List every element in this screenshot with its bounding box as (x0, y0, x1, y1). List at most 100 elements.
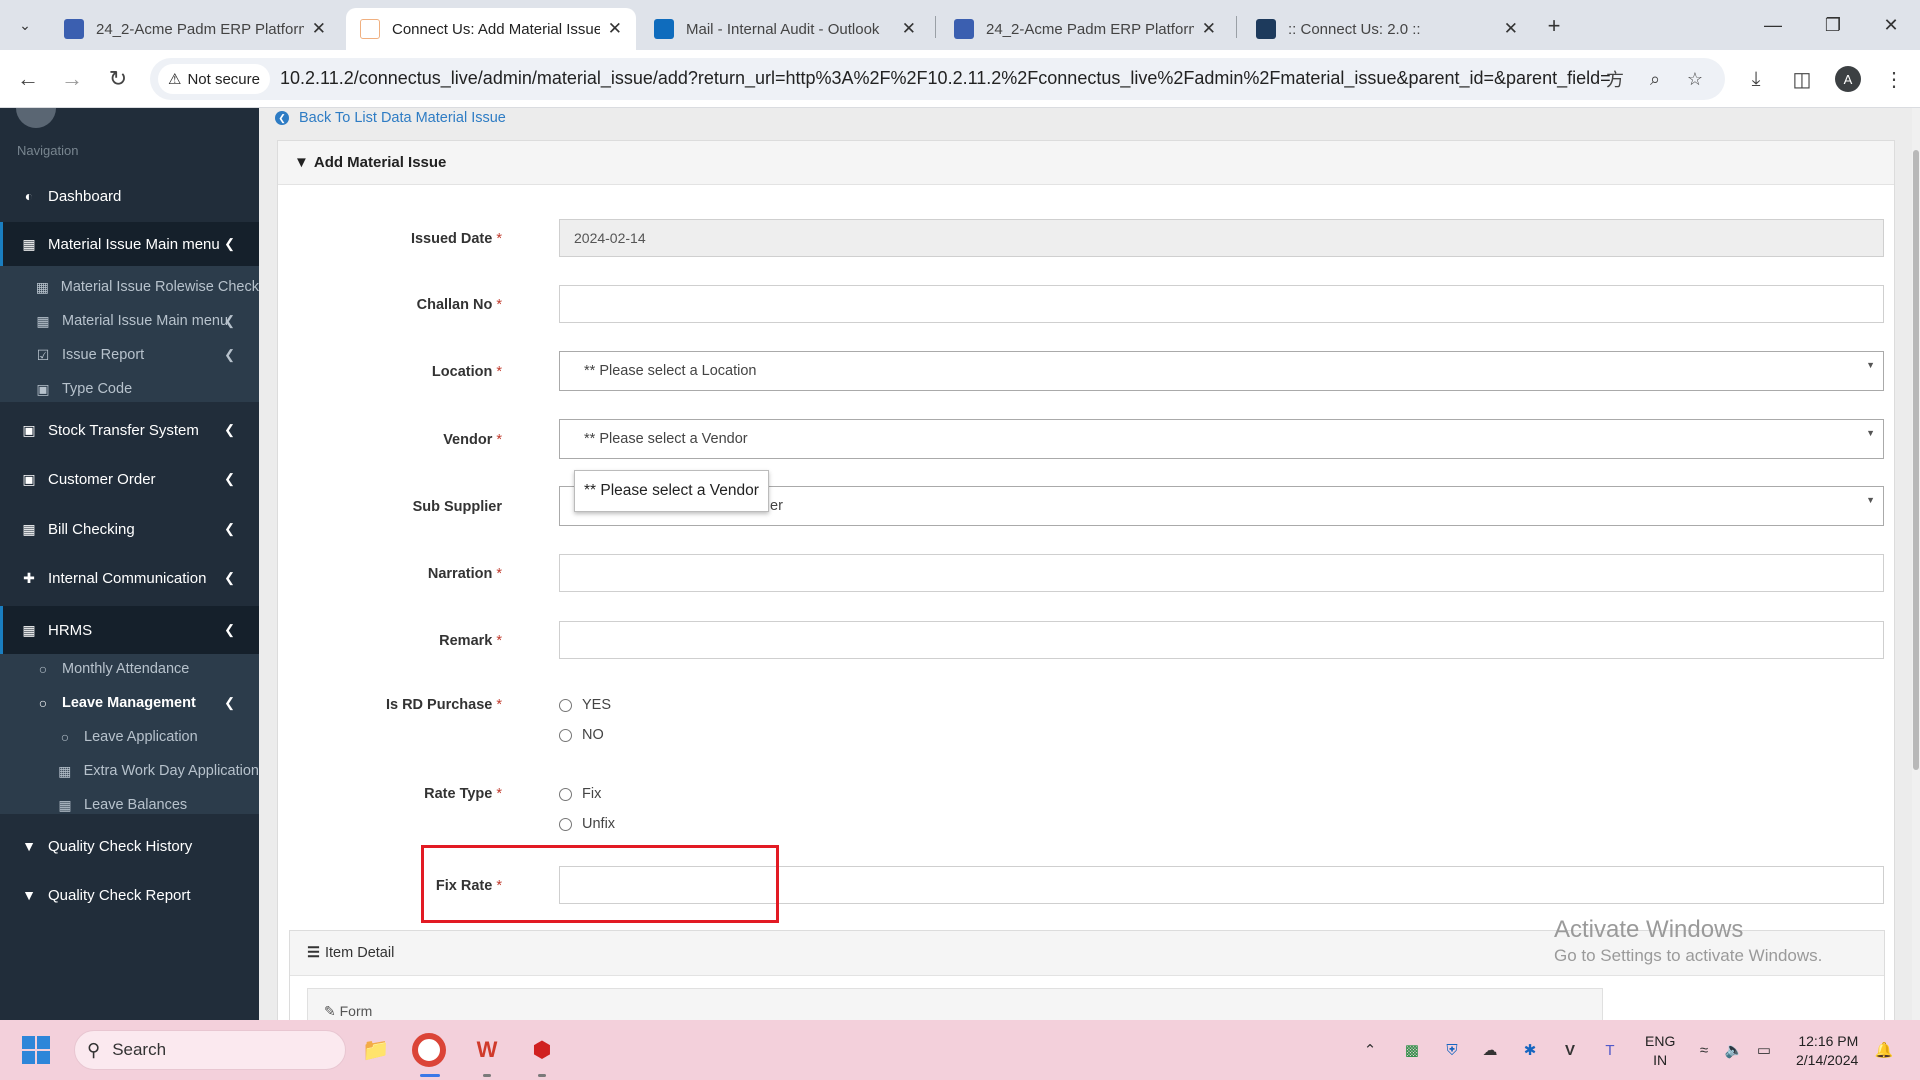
challan-no-input[interactable] (559, 285, 1884, 323)
profile-avatar[interactable]: A (1835, 66, 1861, 92)
rate-type-unfix-radio[interactable]: Unfix (559, 816, 615, 832)
rd-purchase-no-radio[interactable]: NO (559, 727, 604, 743)
item-form-subpanel: ✎ Form (307, 988, 1603, 1020)
table-icon: ▦ (22, 235, 36, 252)
tab-erp-platform-1[interactable]: 24_2-Acme Padm ERP Platform ✕ (50, 8, 340, 50)
tab-connectus-2[interactable]: :: Connect Us: 2.0 :: ✕ (1242, 8, 1532, 50)
connectus-favicon-icon (360, 19, 380, 39)
sidebar-item-leave-balances[interactable]: ▦ Leave Balances (0, 788, 259, 822)
wifi-icon[interactable]: ≈ (1692, 1038, 1716, 1062)
tray-v-app-icon[interactable]: V (1558, 1038, 1582, 1062)
back-to-list-link[interactable]: ❮ Back To List Data Material Issue (275, 108, 506, 128)
windows-start-icon[interactable] (22, 1036, 50, 1064)
tray-app-icon[interactable]: ▩ (1400, 1038, 1424, 1062)
table-icon: ▦ (58, 762, 72, 779)
chevron-left-icon: ❮ (224, 471, 235, 486)
panel-header: ▼ Add Material Issue (278, 141, 1894, 185)
volume-icon[interactable]: 🔈 (1722, 1038, 1746, 1062)
url-text[interactable]: 10.2.11.2/connectus_live/admin/material_… (280, 68, 1611, 89)
chevron-left-icon: ❮ (224, 521, 235, 536)
issued-date-input[interactable]: 2024-02-14 (559, 219, 1884, 257)
sidebar-item-internal-communication[interactable]: ✚ Internal Communication ❮ (0, 558, 259, 598)
tab-add-material-issue[interactable]: Connect Us: Add Material Issue ✕ (346, 8, 636, 50)
app-running-indicator (483, 1074, 491, 1077)
sidebar-item-extra-work-day[interactable]: ▦ Extra Work Day Application (0, 754, 259, 788)
back-arrow-icon[interactable]: ← (14, 65, 42, 93)
bluetooth-icon[interactable]: ✱ (1518, 1038, 1542, 1062)
sidebar-item-leave-application[interactable]: ○ Leave Application (0, 720, 259, 754)
sidebar-navigation: Navigation ◐ Dashboard ▦ Material Issue … (0, 108, 259, 1020)
remark-input[interactable] (559, 621, 1884, 659)
warning-triangle-icon: ⚠ (168, 71, 182, 88)
close-icon[interactable]: ✕ (902, 19, 916, 39)
remark-label: Remark * (439, 633, 502, 649)
site-info-chip[interactable]: ⚠ Not secure (158, 64, 270, 94)
security-shield-icon[interactable]: ⛨ (1440, 1038, 1464, 1062)
tray-overflow-chevron-icon[interactable]: ⌃ (1358, 1038, 1382, 1062)
address-bar[interactable]: ⚠ Not secure 10.2.11.2/connectus_live/ad… (150, 58, 1725, 100)
tab-outlook-mail[interactable]: Mail - Internal Audit - Outlook ✕ (640, 8, 930, 50)
sidebar-item-bill-checking[interactable]: ▦ Bill Checking ❮ (0, 509, 259, 549)
reload-icon[interactable]: ↻ (104, 65, 132, 93)
angular-app-icon[interactable]: ⬢ (524, 1032, 560, 1068)
money-icon: ▣ (22, 421, 36, 438)
location-select[interactable]: ** Please select a Location ▼ (559, 351, 1884, 391)
sidebar-item-type-code[interactable]: ▣ Type Code (0, 372, 259, 406)
location-label: Location * (431, 364, 502, 380)
sidebar-item-rolewise-check[interactable]: ▦ Material Issue Rolewise Check (0, 270, 259, 304)
sidebar-item-material-issue-sub[interactable]: ▦ Material Issue Main menu ❮ (0, 304, 259, 338)
chrome-icon[interactable] (412, 1033, 446, 1067)
sidebar-item-hrms[interactable]: ▦ HRMS ❮ (0, 606, 259, 654)
close-icon[interactable]: ✕ (1202, 19, 1216, 39)
wps-office-icon[interactable]: W (469, 1032, 505, 1068)
circle-icon: ○ (38, 695, 48, 711)
rd-purchase-yes-radio[interactable]: YES (559, 697, 611, 713)
more-menu-icon[interactable]: ⋮ (1880, 65, 1908, 93)
dropdown-caret-icon: ▼ (1866, 495, 1875, 505)
page-scrollbar-thumb[interactable] (1913, 150, 1919, 770)
input-language-indicator[interactable]: ENG IN (1645, 1032, 1675, 1070)
close-icon[interactable]: ✕ (608, 19, 622, 39)
zoom-icon[interactable]: ⌕ (1642, 67, 1668, 91)
arrow-left-circle-icon: ❮ (275, 111, 289, 125)
window-close-icon[interactable]: ✕ (1876, 12, 1906, 38)
sidebar-item-leave-management[interactable]: ○ Leave Management ❮ (0, 686, 259, 720)
sidebar-item-issue-report[interactable]: ☑ Issue Report ❮ (0, 338, 259, 372)
taskbar-search[interactable]: ⚲ Search (74, 1030, 346, 1070)
forward-arrow-icon[interactable]: → (58, 65, 86, 93)
tab-erp-platform-2[interactable]: 24_2-Acme Padm ERP Platform ✕ (940, 8, 1230, 50)
side-panel-icon[interactable]: ◫ (1788, 65, 1816, 93)
browser-toolbar: ← → ↻ ⚠ Not secure 10.2.11.2/connectus_l… (0, 50, 1920, 108)
close-icon[interactable]: ✕ (312, 19, 326, 39)
rate-type-fix-radio[interactable]: Fix (559, 786, 601, 802)
bookmark-star-icon[interactable]: ☆ (1682, 67, 1708, 91)
sidebar-item-monthly-attendance[interactable]: ○ Monthly Attendance (0, 652, 259, 686)
narration-input[interactable] (559, 554, 1884, 592)
narration-label: Narration * (427, 566, 502, 582)
restore-icon[interactable]: ❐ (1818, 12, 1848, 38)
teams-icon[interactable]: T (1598, 1038, 1622, 1062)
onedrive-offline-icon[interactable]: ☁ (1478, 1038, 1502, 1062)
outlook-favicon-icon (654, 19, 674, 39)
sidebar-item-material-issue-main[interactable]: ▦ Material Issue Main menu ❮ (0, 222, 259, 266)
vendor-select[interactable]: ** Please select a Vendor ▼ (559, 419, 1884, 459)
sidebar-item-dashboard[interactable]: ◐ Dashboard (0, 176, 259, 216)
system-clock[interactable]: 12:16 PM 2/14/2024 (1796, 1032, 1858, 1070)
money-icon: ▣ (22, 470, 36, 487)
tab-search-chevron-icon[interactable]: ⌄ (10, 10, 40, 40)
file-explorer-icon[interactable]: 📁 (358, 1032, 394, 1068)
sidebar-item-customer-order[interactable]: ▣ Customer Order ❮ (0, 459, 259, 499)
close-icon[interactable]: ✕ (1504, 19, 1518, 39)
app-running-indicator (538, 1074, 546, 1077)
notification-bell-icon[interactable]: 🔔 (1872, 1038, 1896, 1062)
sidebar-item-quality-check-report[interactable]: ▼ Quality Check Report (0, 875, 259, 915)
new-tab-plus-icon[interactable]: + (1540, 12, 1568, 40)
battery-icon[interactable]: ▭ (1752, 1038, 1776, 1062)
sub-supplier-label: Sub Supplier (412, 499, 502, 515)
sidebar-item-stock-transfer[interactable]: ▣ Stock Transfer System ❮ (0, 410, 259, 450)
download-icon[interactable]: ⤓ (1742, 65, 1770, 93)
translate-icon[interactable]: 方 (1602, 67, 1628, 91)
erp-favicon-icon (954, 19, 974, 39)
sidebar-item-quality-check-history[interactable]: ▼ Quality Check History (0, 826, 259, 866)
minimize-icon[interactable]: — (1758, 12, 1788, 38)
